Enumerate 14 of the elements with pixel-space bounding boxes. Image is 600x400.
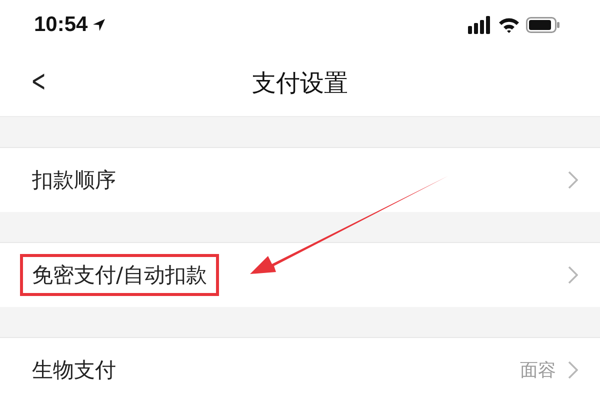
back-button[interactable]: < xyxy=(31,64,46,99)
location-arrow-icon xyxy=(92,18,106,32)
chevron-icon xyxy=(568,266,578,284)
row-value: 面容 xyxy=(520,359,556,382)
chevron-icon xyxy=(568,361,578,379)
row-label: 免密支付/自动扣款 xyxy=(20,254,220,296)
signal-icon xyxy=(468,16,492,34)
chevron-icon xyxy=(568,171,578,189)
status-time: 10:54 xyxy=(34,13,88,37)
wifi-icon xyxy=(498,17,520,33)
battery-icon xyxy=(526,17,560,33)
row-label: 扣款顺序 xyxy=(31,167,117,194)
page-title: 支付设置 xyxy=(252,68,348,99)
row-label: 生物支付 xyxy=(31,357,117,384)
